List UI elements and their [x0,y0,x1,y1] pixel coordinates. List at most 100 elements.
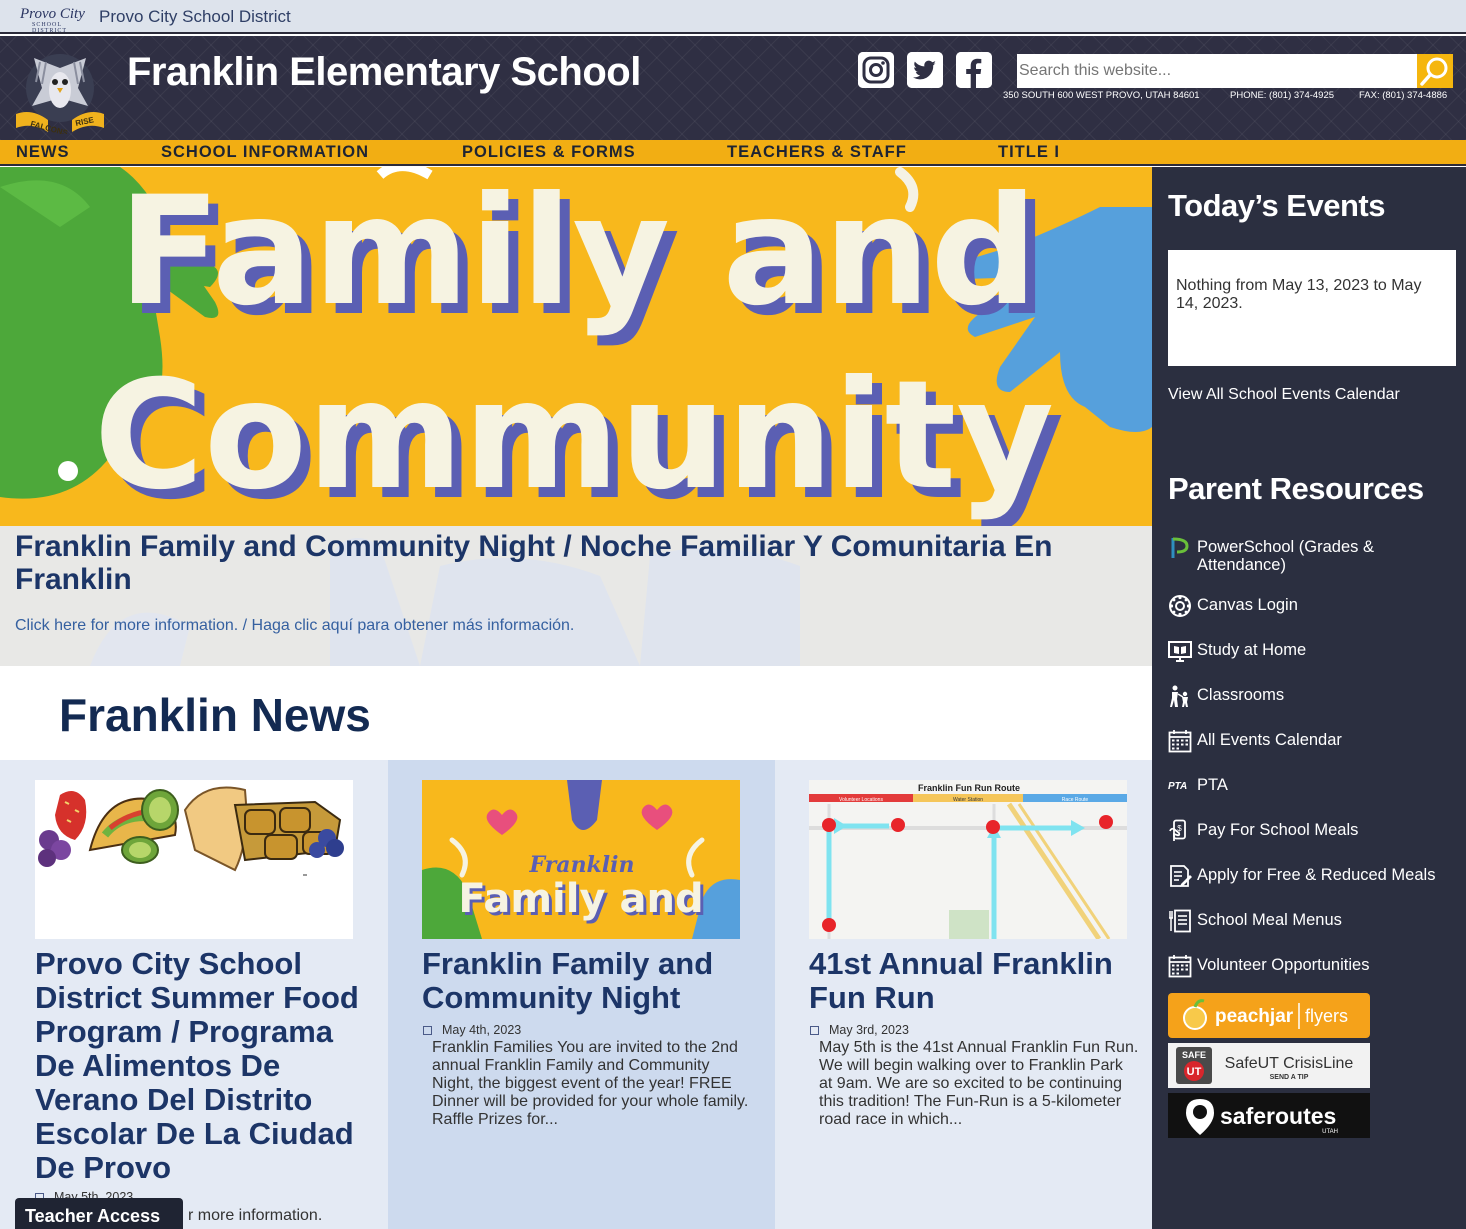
hero-slide[interactable]: Family and Family and Community Communit… [0,167,1152,526]
school-logo[interactable]: FALCONS RISE [12,48,108,134]
hero-caption-link[interactable]: Click here for more information. / Haga … [15,617,574,635]
resource-label: PowerSchool (Grades & Attendance) [1197,538,1374,574]
map-legend-water: Water Station [953,797,983,803]
news-title[interactable]: 41st Annual Franklin Fun Run [809,947,1139,1015]
news-image-fun-run-map[interactable]: Franklin Fun Run Route Volunteer Locatio… [809,780,1127,939]
events-box: Nothing from May 13, 2023 to May 14, 202… [1168,250,1456,366]
hero-caption: Franklin Family and Community Night / No… [0,526,1152,666]
svg-text:$: $ [1177,824,1182,833]
resource-study-at-home[interactable]: Study at Home [1168,639,1458,663]
resource-label: School Meal Menus [1197,911,1342,929]
nav-school-information[interactable]: SCHOOL INFORMATION [161,143,369,162]
sidebar: Today’s Events Nothing from May 13, 2023… [1152,167,1466,1229]
district-logo-text: Provo City [20,6,85,22]
calendar-icon [1168,730,1192,753]
district-logo-subtext: SCHOOL DISTRICT [32,22,67,34]
news-card: Franklin Family and Family and Franklin … [388,760,775,1229]
resource-pay-for-meals[interactable]: $ Pay For School Meals [1168,819,1458,843]
saferoutes-badge[interactable]: saferoutes UTAH [1168,1093,1370,1138]
school-phone[interactable]: PHONE: (801) 374-4925 [1230,90,1334,101]
pta-mark: PTA [1168,781,1187,792]
resource-powerschool[interactable]: PowerSchool (Grades & Attendance) [1168,536,1458,576]
twitter-icon[interactable] [907,52,943,88]
calendar-icon [423,1026,432,1035]
school-address: 350 SOUTH 600 WEST PROVO, UTAH 84601 [1003,90,1200,101]
district-logo[interactable]: Provo City SCHOOL DISTRICT [20,6,88,34]
resource-apply-free-reduced[interactable]: Apply for Free & Reduced Meals [1168,864,1458,888]
safeut-name: SafeUT CrisisLine [1225,1055,1354,1072]
resource-classrooms[interactable]: Classrooms [1168,684,1458,708]
map-title: Franklin Fun Run Route [918,783,1020,793]
news-excerpt: May 5th is the 41st Annual Franklin Fun … [819,1039,1139,1128]
news-date-text: May 4th, 2023 [442,1023,522,1037]
safeut-sub: SEND A TIP [1270,1074,1309,1081]
school-fax: FAX: (801) 374-4886 [1359,90,1448,101]
district-name-link[interactable]: Provo City School District [99,7,291,27]
hero-line2: Community [94,349,1054,523]
nav-teachers-staff[interactable]: TEACHERS & STAFF [727,143,907,162]
school-title[interactable]: Franklin Elementary School [127,50,641,95]
resource-label: All Events Calendar [1197,731,1342,749]
news-date: May 3rd, 2023 [810,1023,909,1037]
news-date-text: May 3rd, 2023 [829,1023,909,1037]
resource-meal-menus[interactable]: School Meal Menus [1168,909,1458,933]
menu-icon [1169,909,1191,933]
resource-all-events-calendar[interactable]: All Events Calendar [1168,729,1458,753]
family-night-img-word2: Family and [458,876,703,922]
resource-label: Study at Home [1197,641,1307,659]
powerschool-icon [1171,537,1189,558]
nav-policies-forms[interactable]: POLICIES & FORMS [462,143,636,162]
resource-label: Classrooms [1197,686,1285,704]
news-image-family-night[interactable]: Franklin Family and Family and [422,780,740,939]
district-bar: Provo City SCHOOL DISTRICT Provo City Sc… [0,0,1466,34]
map-legend-volunteers: Volunteer Locations [839,797,883,803]
classroom-icon [1170,685,1188,707]
pta-icon: PTA [1168,781,1187,792]
search-icon [1420,57,1448,86]
flyers-text: flyers [1305,1006,1348,1026]
form-icon [1170,865,1192,887]
nav-title-i[interactable]: TITLE I [998,143,1060,162]
teacher-access-button[interactable]: Teacher Access [15,1198,183,1229]
map-legend-route: Race Route [1062,797,1089,803]
hero-image: Family and Family and Community Communit… [0,167,1152,526]
news-excerpt: Franklin Families You are invited to the… [432,1039,749,1128]
news-excerpt: r more information. [188,1207,323,1224]
hero-caption-title[interactable]: Franklin Family and Community Night / No… [15,530,1115,596]
search-button[interactable] [1417,54,1453,88]
family-night-img-word1: Franklin [528,852,634,878]
resource-volunteer[interactable]: Volunteer Opportunities [1168,954,1458,978]
book-icon [1168,641,1192,662]
todays-events-heading: Today’s Events [1168,188,1385,223]
news-heading: Franklin News [59,689,371,741]
resource-label: Volunteer Opportunities [1197,956,1370,974]
resource-label: Apply for Free & Reduced Meals [1197,866,1436,884]
resource-label: Canvas Login [1197,596,1298,614]
saferoutes-text: saferoutes [1220,1103,1336,1129]
safeut-mid: UT [1187,1066,1202,1078]
peachjar-flyers-badge[interactable]: peachjar flyers [1168,993,1370,1038]
news-title[interactable]: Provo City School District Summer Food P… [35,947,365,1185]
resource-canvas[interactable]: Canvas Login [1168,594,1458,618]
main-nav: NEWS SCHOOL INFORMATION POLICIES & FORMS… [0,140,1466,166]
events-empty-message: Nothing from May 13, 2023 to May 14, 202… [1176,277,1422,312]
safeut-top: SAFE [1182,1050,1206,1060]
news-title[interactable]: Franklin Family and Community Night [422,947,762,1015]
hero-line1: Family and [118,167,1037,339]
calendar-icon [1168,955,1192,978]
payment-icon: $ [1169,819,1186,841]
resource-label: Pay For School Meals [1197,821,1359,839]
saferoutes-sub: UTAH [1322,1129,1338,1135]
news-image-food[interactable] [35,780,353,939]
news-card: Franklin Fun Run Route Volunteer Locatio… [775,760,1152,1229]
search-input[interactable] [1017,54,1417,88]
canvas-icon [1169,595,1191,617]
instagram-icon[interactable] [858,52,894,88]
news-grid: Provo City School District Summer Food P… [0,760,1152,1229]
nav-news[interactable]: NEWS [16,143,70,162]
peachjar-text: peachjar [1215,1006,1294,1027]
resource-pta[interactable]: PTA PTA [1168,774,1458,798]
facebook-icon[interactable] [956,52,992,88]
view-all-events-link[interactable]: View All School Events Calendar [1168,386,1400,404]
safeut-badge[interactable]: SAFE UT SafeUT CrisisLine SEND A TIP [1168,1043,1370,1088]
